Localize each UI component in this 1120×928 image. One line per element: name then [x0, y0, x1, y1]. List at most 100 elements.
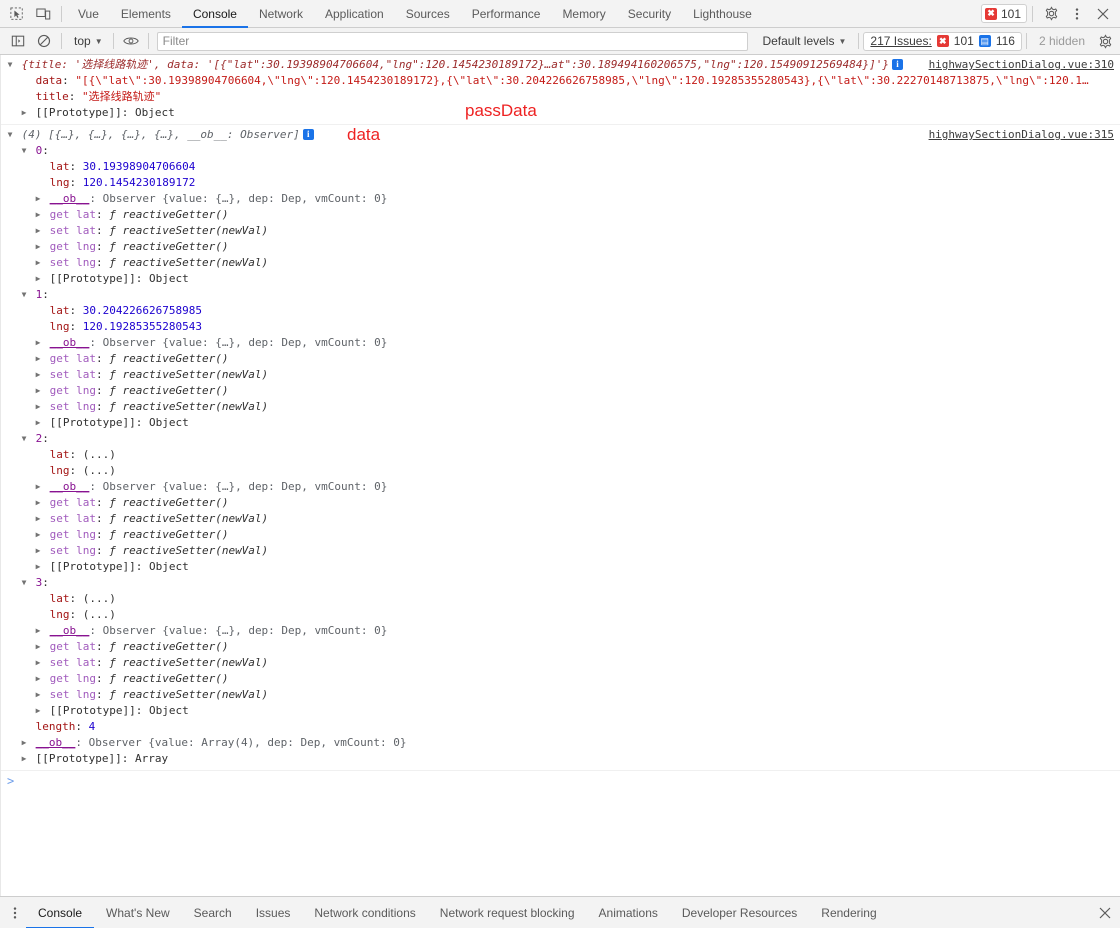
gear-icon[interactable]: [1038, 2, 1064, 26]
sidebar-toggle-icon[interactable]: [5, 30, 31, 52]
tab-elements[interactable]: Elements: [110, 0, 182, 28]
expand-triangle-closed-icon[interactable]: [33, 495, 43, 511]
token[interactable]: __ob__: [50, 192, 90, 205]
expand-triangle-closed-icon[interactable]: [33, 367, 43, 383]
expand-triangle-closed-icon[interactable]: [19, 735, 29, 751]
error-count-badge[interactable]: ✖ 101: [980, 4, 1027, 23]
expand-triangle-closed-icon[interactable]: [33, 543, 43, 559]
token: : Object: [135, 560, 189, 573]
drawer-tab-animations[interactable]: Animations: [587, 897, 670, 928]
token: :: [95, 672, 110, 685]
token[interactable]: __ob__: [50, 624, 90, 637]
source-link[interactable]: highwaySectionDialog.vue:315: [929, 127, 1114, 143]
expand-triangle-closed-icon[interactable]: [33, 271, 43, 287]
token: :: [42, 144, 49, 157]
token: : Object: [135, 416, 189, 429]
device-toolbar-icon[interactable]: [30, 2, 56, 26]
drawer-tab-console[interactable]: Console: [26, 897, 94, 928]
expand-triangle-closed-icon[interactable]: [33, 239, 43, 255]
expand-triangle-closed-icon[interactable]: [33, 191, 43, 207]
expand-triangle-closed-icon[interactable]: [33, 559, 43, 575]
expand-triangle-closed-icon[interactable]: [33, 639, 43, 655]
console-prompt[interactable]: >: [1, 771, 1120, 793]
close-drawer-icon[interactable]: [1090, 899, 1120, 927]
token: ƒ reactiveGetter(): [109, 496, 229, 509]
tab-vue[interactable]: Vue: [67, 0, 110, 28]
live-expression-icon[interactable]: [118, 30, 144, 52]
expand-triangle-closed-icon[interactable]: [33, 399, 43, 415]
console-message-list[interactable]: highwaySectionDialog.vue:310 {title: '选择…: [0, 55, 1120, 896]
inspect-element-icon[interactable]: [4, 2, 30, 26]
console-line: get lng: ƒ reactiveGetter(): [1, 671, 1120, 687]
expand-triangle-closed-icon[interactable]: [33, 511, 43, 527]
drawer-tab-network-request-blocking[interactable]: Network request blocking: [428, 897, 587, 928]
expand-triangle-closed-icon[interactable]: [33, 383, 43, 399]
expand-triangle-closed-icon[interactable]: [33, 415, 43, 431]
tab-lighthouse[interactable]: Lighthouse: [682, 0, 763, 28]
drawer-tab-search[interactable]: Search: [182, 897, 244, 928]
token: (...): [82, 464, 116, 477]
expand-triangle-closed-icon[interactable]: [33, 351, 43, 367]
expand-triangle-closed-icon[interactable]: [33, 671, 43, 687]
close-icon[interactable]: [1090, 2, 1116, 26]
token: set lat: [49, 368, 96, 381]
expand-triangle-open-icon[interactable]: [19, 287, 29, 303]
console-line: set lat: ƒ reactiveSetter(newVal): [1, 367, 1120, 383]
drawer-more-icon[interactable]: [4, 899, 26, 927]
expand-triangle-closed-icon[interactable]: [33, 335, 43, 351]
expand-triangle-closed-icon[interactable]: [33, 207, 43, 223]
console-line: set lng: ƒ reactiveSetter(newVal): [1, 399, 1120, 415]
execution-context-selector[interactable]: top ▼: [66, 30, 109, 52]
tab-label: Application: [324, 6, 384, 21]
expand-triangle-closed-icon[interactable]: [33, 687, 43, 703]
expand-triangle-closed-icon[interactable]: [33, 223, 43, 239]
expand-triangle-open-icon[interactable]: [19, 431, 29, 447]
expand-triangle-open-icon[interactable]: [5, 127, 15, 143]
tab-network[interactable]: Network: [248, 0, 314, 28]
token: ƒ reactiveGetter(): [109, 528, 229, 541]
token: :: [95, 352, 110, 365]
token: :: [95, 256, 110, 269]
token[interactable]: __ob__: [50, 480, 90, 493]
drawer-tab-rendering[interactable]: Rendering: [809, 897, 888, 928]
console-settings-gear-icon[interactable]: [1093, 30, 1117, 52]
more-options-icon[interactable]: [1064, 2, 1090, 26]
info-badge-icon[interactable]: i: [302, 129, 314, 140]
expand-triangle-closed-icon[interactable]: [19, 105, 29, 121]
console-line: get lat: ƒ reactiveGetter(): [1, 207, 1120, 223]
drawer-tab-network-conditions[interactable]: Network conditions: [302, 897, 427, 928]
clear-console-icon[interactable]: [31, 30, 57, 52]
drawer-tab-issues[interactable]: Issues: [244, 897, 303, 928]
tab-application[interactable]: Application: [314, 0, 395, 28]
token: :: [95, 656, 110, 669]
info-badge-icon[interactable]: i: [891, 59, 903, 70]
filter-divider: [112, 33, 114, 49]
expand-triangle-closed-icon[interactable]: [33, 479, 43, 495]
console-line: 1:: [1, 287, 1120, 303]
expand-triangle-closed-icon[interactable]: [19, 751, 29, 767]
filter-input[interactable]: [156, 31, 749, 51]
tab-memory[interactable]: Memory: [551, 0, 616, 28]
tab-sources[interactable]: Sources: [395, 0, 461, 28]
tab-security[interactable]: Security: [617, 0, 682, 28]
token: :: [95, 400, 110, 413]
issues-badge[interactable]: 217 Issues: ✖ 101 ▤ 116: [863, 31, 1022, 51]
log-levels-selector[interactable]: Default levels ▼: [754, 30, 854, 52]
console-line: [[Prototype]]: Object: [1, 415, 1120, 431]
drawer-tab-whats-new[interactable]: What's New: [94, 897, 182, 928]
drawer-tab-developer-resources[interactable]: Developer Resources: [670, 897, 809, 928]
tab-performance[interactable]: Performance: [461, 0, 552, 28]
token[interactable]: __ob__: [36, 736, 76, 749]
expand-triangle-closed-icon[interactable]: [33, 703, 43, 719]
expand-triangle-closed-icon[interactable]: [33, 655, 43, 671]
expand-triangle-open-icon[interactable]: [5, 57, 15, 73]
source-link[interactable]: highwaySectionDialog.vue:310: [929, 57, 1114, 73]
token[interactable]: __ob__: [50, 336, 90, 349]
error-count-value: 101: [1000, 6, 1021, 21]
expand-triangle-closed-icon[interactable]: [33, 623, 43, 639]
tab-console[interactable]: Console: [182, 0, 248, 28]
expand-triangle-closed-icon[interactable]: [33, 255, 43, 271]
expand-triangle-open-icon[interactable]: [19, 575, 29, 591]
expand-triangle-closed-icon[interactable]: [33, 527, 43, 543]
expand-triangle-open-icon[interactable]: [19, 143, 29, 159]
